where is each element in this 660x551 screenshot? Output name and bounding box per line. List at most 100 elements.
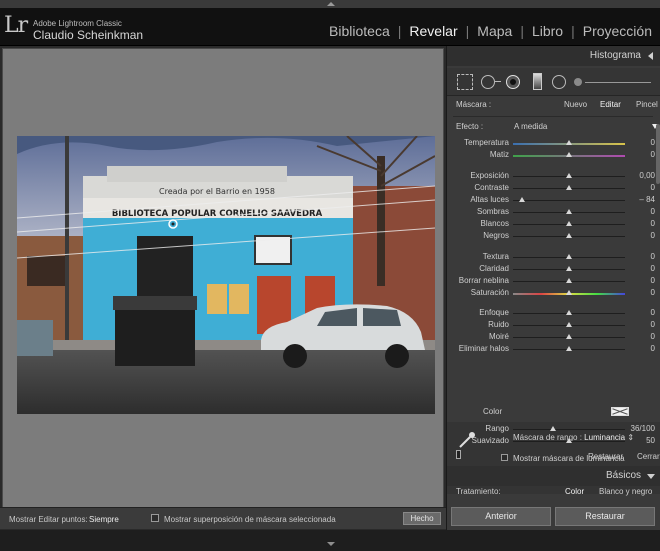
effect-select[interactable]: A medida (514, 122, 547, 131)
slider-label: Altas luces (470, 195, 509, 204)
slider-temperatura[interactable]: Temperatura 0 (447, 137, 660, 149)
slider-blancos[interactable]: Blancos 0 (447, 218, 660, 230)
mask-edit-button[interactable]: Editar (600, 100, 621, 109)
panel-scrollbar[interactable] (656, 124, 660, 184)
slider-enfoque[interactable]: Enfoque 0 (447, 307, 660, 319)
slider-knob[interactable] (566, 221, 572, 226)
module-revelar[interactable]: Revelar (401, 23, 465, 39)
basic-header[interactable]: Básicos (447, 466, 660, 486)
slider-eliminar-halos[interactable]: Eliminar halos 0 (447, 343, 660, 355)
slider-value[interactable]: 0 (625, 276, 655, 285)
slider-knob[interactable] (566, 233, 572, 238)
color-swatch[interactable] (611, 407, 629, 416)
slider-value[interactable]: 0 (625, 231, 655, 240)
collapse-down-icon (327, 542, 335, 546)
slider-knob[interactable] (566, 438, 572, 443)
tool-strip (447, 68, 660, 96)
module-mapa[interactable]: Mapa (469, 23, 520, 39)
slider-value[interactable]: 0 (625, 138, 655, 147)
crop-tool-icon[interactable] (457, 74, 473, 90)
slider-contraste[interactable]: Contraste 0 (447, 182, 660, 194)
slider-label: Eliminar halos (458, 344, 509, 353)
module-libro[interactable]: Libro (524, 23, 571, 39)
user-name: Claudio Scheinkman (33, 28, 144, 42)
slider-altas-luces[interactable]: Altas luces – 84 (447, 194, 660, 206)
slider-saturacion[interactable]: Saturación 0 (447, 287, 660, 299)
previous-button[interactable]: Anterior (451, 507, 551, 526)
slider-claridad[interactable]: Claridad 0 (447, 263, 660, 275)
slider-value[interactable]: – 84 (625, 195, 655, 204)
slider-knob[interactable] (566, 173, 572, 178)
slider-value[interactable]: 0 (625, 264, 655, 273)
done-button[interactable]: Hecho (403, 512, 441, 525)
filmstrip-toggle[interactable] (0, 530, 660, 551)
slider-label: Saturación (470, 288, 509, 297)
spot-removal-tail (495, 81, 501, 82)
slider-value[interactable]: 0 (625, 207, 655, 216)
slider-value[interactable]: 0 (625, 332, 655, 341)
slider-matiz[interactable]: Matiz 0 (447, 149, 660, 161)
lr-logo: Lr (4, 13, 28, 38)
slider-knob[interactable] (566, 322, 572, 327)
slider-knob[interactable] (566, 334, 572, 339)
slider-knob[interactable] (566, 140, 572, 145)
module-biblioteca[interactable]: Biblioteca (321, 23, 398, 39)
panel-switch-icon[interactable] (456, 450, 461, 459)
reset-button[interactable]: Restaurar (555, 507, 655, 526)
slider-borrar-neblina[interactable]: Borrar neblina 0 (447, 275, 660, 287)
graduated-filter-icon[interactable] (533, 73, 542, 90)
slider-knob[interactable] (518, 197, 525, 202)
slider-knob[interactable] (566, 290, 572, 295)
slider-value[interactable]: 36/100 (625, 424, 655, 433)
slider-knob[interactable] (566, 209, 572, 214)
brush-icon[interactable] (574, 78, 582, 86)
image-canvas[interactable]: Creada por el Barrio en 1958 BIBLIOTECA … (2, 48, 444, 508)
treatment-color-option[interactable]: Color (565, 487, 584, 496)
slider-value[interactable]: 0 (625, 150, 655, 159)
histogram-header[interactable]: Histograma (447, 46, 660, 66)
slider-exposicion[interactable]: Exposición 0,00 (447, 170, 660, 182)
top-panel-toggle[interactable] (0, 0, 660, 8)
mask-new-button[interactable]: Nuevo (564, 100, 587, 109)
spot-removal-icon[interactable] (481, 75, 495, 89)
overlay-checkbox[interactable] (151, 514, 159, 522)
slider-knob[interactable] (566, 254, 572, 259)
slider-knob[interactable] (550, 426, 557, 431)
slider-rango[interactable]: Rango 36/100 (447, 423, 660, 435)
slider-track[interactable] (513, 429, 625, 430)
slider-knob[interactable] (566, 346, 572, 351)
slider-textura[interactable]: Textura 0 (447, 251, 660, 263)
mask-brush-button[interactable]: Pincel (636, 100, 658, 109)
treatment-bw-option[interactable]: Blanco y negro (599, 487, 652, 496)
slider-value[interactable]: 0 (625, 308, 655, 317)
module-proyección[interactable]: Proyección (575, 23, 660, 39)
restore-link[interactable]: Restaurar (588, 452, 623, 461)
slider-ruido[interactable]: Ruido 0 (447, 319, 660, 331)
slider-value[interactable]: 50 (625, 436, 655, 445)
slider-value[interactable]: 0 (625, 252, 655, 261)
slider-value[interactable]: 0 (625, 320, 655, 329)
slider-knob[interactable] (566, 152, 572, 157)
slider-knob[interactable] (566, 266, 572, 271)
show-edit-pins-select[interactable]: Siempre (89, 515, 119, 524)
radial-filter-icon[interactable] (552, 75, 566, 89)
treatment-label: Tratamiento: (456, 487, 501, 496)
slider-negros[interactable]: Negros 0 (447, 230, 660, 242)
slider-value[interactable]: 0,00 (625, 171, 655, 180)
slider-value[interactable]: 0 (625, 288, 655, 297)
slider-knob[interactable] (566, 185, 572, 190)
slider-value[interactable]: 0 (625, 183, 655, 192)
slider-suavizado[interactable]: Suavizado 50 (447, 435, 660, 447)
close-link[interactable]: Cerrar (637, 452, 660, 461)
slider-track[interactable] (513, 200, 625, 201)
slider-knob[interactable] (566, 278, 572, 283)
slider-label: Sombras (476, 207, 509, 216)
mask-row: Máscara : Nuevo Editar Pincel (447, 98, 660, 112)
slider-value[interactable]: 0 (625, 344, 655, 353)
slider-moire[interactable]: Moiré 0 (447, 331, 660, 343)
slider-knob[interactable] (566, 310, 572, 315)
slider-label: Blancos (480, 219, 509, 228)
slider-value[interactable]: 0 (625, 219, 655, 228)
photo-preview[interactable]: Creada por el Barrio en 1958 BIBLIOTECA … (17, 136, 435, 414)
slider-sombras[interactable]: Sombras 0 (447, 206, 660, 218)
